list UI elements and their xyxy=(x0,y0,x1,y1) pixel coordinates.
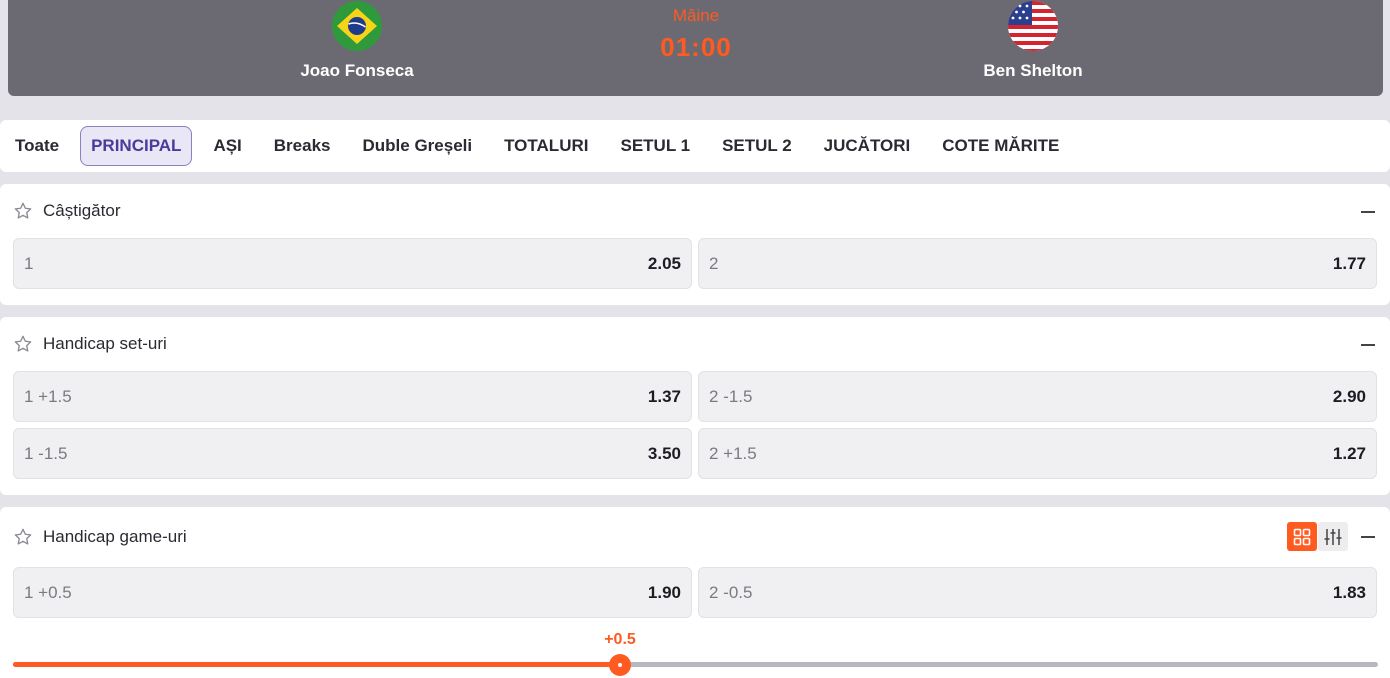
tab-cote-marite[interactable]: COTE MĂRITE xyxy=(931,126,1070,166)
tab-setul-1[interactable]: SETUL 1 xyxy=(609,126,701,166)
odds-value: 1.27 xyxy=(1332,443,1366,463)
tab-jucatori[interactable]: JUCĂTORI xyxy=(813,126,922,166)
selection-label: 1 -1.5 xyxy=(24,443,68,463)
market-header: Handicap game-uri xyxy=(12,507,1378,566)
selection-label: 1 +1.5 xyxy=(24,386,72,406)
market-header: Câștigător xyxy=(12,184,1378,238)
tab-setul-2[interactable]: SETUL 2 xyxy=(711,126,803,166)
sliders-icon[interactable] xyxy=(1318,522,1348,551)
match-start-time: 01:00 xyxy=(660,32,732,62)
tab-principal[interactable]: PRINCIPAL xyxy=(80,126,193,166)
tab-duble-greseli[interactable]: Duble Greșeli xyxy=(352,126,484,166)
tab-asi[interactable]: AȘI xyxy=(202,126,252,166)
odds-button[interactable]: 2 -0.5 1.83 xyxy=(698,567,1377,618)
match-header: Joao Fonseca Mâine 01:00 Ben Shelton xyxy=(8,0,1383,96)
odds-button[interactable]: 2 1.77 xyxy=(698,238,1377,289)
market-tabs: Toate PRINCIPAL AȘI Breaks Duble Greșeli… xyxy=(0,120,1390,172)
odds-value: 1.77 xyxy=(1332,253,1366,273)
handicap-slider-value: +0.5 xyxy=(604,631,636,648)
odds-value: 1.83 xyxy=(1332,582,1366,602)
collapse-icon[interactable] xyxy=(1358,334,1378,354)
selection-label: 2 xyxy=(709,253,719,273)
selection-label: 2 +1.5 xyxy=(709,443,757,463)
market-title: Handicap set-uri xyxy=(43,334,167,353)
odds-button[interactable]: 1 -1.5 3.50 xyxy=(13,428,692,479)
odds-button[interactable]: 2 +1.5 1.27 xyxy=(698,428,1377,479)
market-title: Handicap game-uri xyxy=(43,526,187,546)
odds-value: 1.37 xyxy=(647,386,681,406)
match-day: Mâine xyxy=(672,6,720,25)
away-team-name: Ben Shelton xyxy=(983,61,1083,80)
selection-label: 1 xyxy=(24,253,34,273)
odds-button[interactable]: 1 2.05 xyxy=(13,238,692,289)
odds-value: 2.05 xyxy=(647,253,681,273)
market-castigator: Câștigător 1 2.05 2 1.77 xyxy=(0,184,1390,305)
odds-value: 3.50 xyxy=(647,443,681,463)
handicap-slider-track[interactable] xyxy=(13,662,1378,667)
collapse-icon[interactable] xyxy=(1358,526,1378,546)
match-time: Mâine 01:00 xyxy=(604,6,788,63)
market-handicap-seturi: Handicap set-uri 1 +1.5 1.37 2 -1.5 2.90… xyxy=(0,317,1390,495)
away-team: Ben Shelton xyxy=(913,0,1153,81)
odds-button[interactable]: 2 -1.5 2.90 xyxy=(698,371,1377,422)
selection-label: 2 -0.5 xyxy=(709,582,753,602)
odds-button[interactable]: 1 +1.5 1.37 xyxy=(13,371,692,422)
market-header: Handicap set-uri xyxy=(12,317,1378,371)
selection-label: 2 -1.5 xyxy=(709,386,753,406)
collapse-icon[interactable] xyxy=(1358,201,1378,221)
grid-view-icon[interactable] xyxy=(1287,522,1317,551)
market-title: Câștigător xyxy=(43,201,121,220)
odds-value: 2.90 xyxy=(1332,386,1366,406)
usa-flag-icon xyxy=(1008,1,1058,51)
star-icon[interactable] xyxy=(12,200,34,222)
star-icon[interactable] xyxy=(12,333,34,355)
market-handicap-gameuri: Handicap game-uri 1 +0.5 1.90 2 -0.5 1.8… xyxy=(0,507,1390,678)
odds-value: 1.90 xyxy=(647,582,681,602)
brazil-flag-icon xyxy=(332,1,382,51)
selection-label: 1 +0.5 xyxy=(24,582,72,602)
tab-totaluri[interactable]: TOTALURI xyxy=(493,126,599,166)
handicap-slider-fill xyxy=(13,662,621,667)
tab-breaks[interactable]: Breaks xyxy=(263,126,342,166)
star-icon[interactable] xyxy=(12,526,34,548)
tab-toate[interactable]: Toate xyxy=(4,126,70,166)
home-team-name: Joao Fonseca xyxy=(300,61,414,80)
odds-button[interactable]: 1 +0.5 1.90 xyxy=(13,567,692,618)
home-team: Joao Fonseca xyxy=(237,0,477,81)
